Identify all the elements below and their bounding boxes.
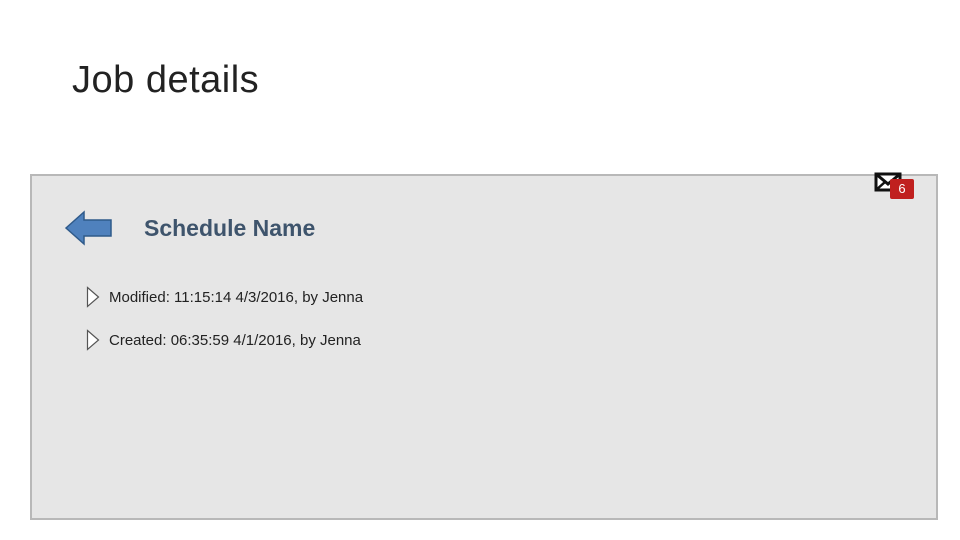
modified-row[interactable]: Modified: 11:15:14 4/3/2016, by Jenna <box>86 285 363 309</box>
created-row[interactable]: Created: 06:35:59 4/1/2016, by Jenna <box>86 328 361 352</box>
expand-triangle-icon <box>86 329 100 351</box>
notifications-button[interactable]: 6 <box>874 171 914 199</box>
modified-text: Modified: 11:15:14 4/3/2016, by Jenna <box>109 288 364 306</box>
expand-triangle-icon <box>86 286 100 308</box>
job-details-page: Job details 6 Schedule Name Modified: 11… <box>0 0 960 540</box>
schedule-name-heading: Schedule Name <box>144 215 316 241</box>
page-title: Job details <box>72 59 260 101</box>
back-button[interactable] <box>64 210 114 246</box>
created-text: Created: 06:35:59 4/1/2016, by Jenna <box>109 331 361 349</box>
arrow-left-icon <box>64 210 114 246</box>
notification-count-badge: 6 <box>890 179 914 199</box>
